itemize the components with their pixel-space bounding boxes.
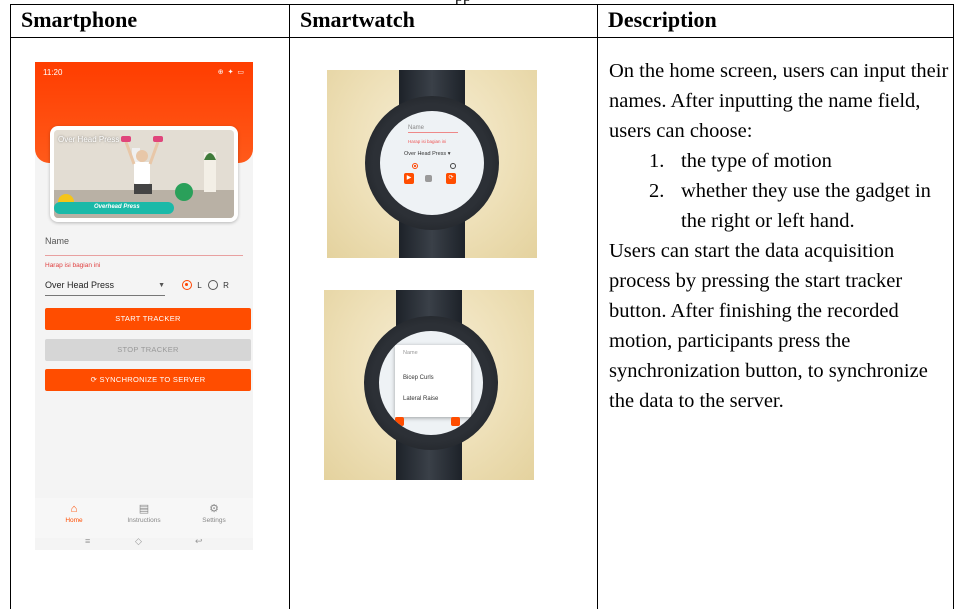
watch-bezel: Name Bicep Curls Lateral Raise [364,316,498,450]
list-text: the type of motion [681,150,832,172]
menu-item-bicep-curls[interactable]: Bicep Curls [403,375,434,381]
stop-tracker-button[interactable]: STOP TRACKER [45,339,251,361]
motion-card-title: Over Head Press [58,135,120,144]
smartwatch-photo-motion-menu: Name Bicep Curls Lateral Raise [324,290,534,480]
list-number: 1. [649,150,665,172]
hand-right-label: R [223,280,229,290]
motion-options-menu: Name Bicep Curls Lateral Raise [395,345,471,417]
sync-button-label: SYNCHRONIZE TO SERVER [99,375,206,384]
name-label: Name [45,236,70,246]
menu-item-lateral-raise[interactable]: Lateral Raise [403,396,438,402]
watch-radio-right[interactable] [450,163,456,169]
play-icon[interactable]: ▶ [404,173,414,184]
motion-select-value: Over Head Press [45,280,115,290]
header-smartwatch: Smartwatch [289,4,598,38]
bottom-navigation: ⌂ Home ▤ Instructions ⚙ Settings [35,498,253,538]
sync-icon[interactable]: ⟳ [446,173,456,184]
chevron-down-icon: ▼ [158,282,165,289]
nav-item-instructions[interactable]: ▤ Instructions [119,503,169,524]
watch-name-input[interactable]: Name [408,125,458,133]
sync-icon: ⟳ [90,375,100,384]
radio-right-hand[interactable] [207,280,218,290]
choice-list: 1. the type of motion 2. whether they us… [609,146,949,236]
system-nav-bar: ≡ ◇ ↩ [35,536,253,550]
gear-icon: ⚙ [209,503,219,515]
name-input[interactable]: Name [45,234,243,256]
sync-icon[interactable] [451,417,460,426]
nav-settings-label: Settings [202,517,226,524]
watch-hand-radios [410,163,458,171]
smartwatch-photo-home: Name Harap isi bagian ini Over Head Pres… [327,70,537,258]
exercise-photo: Over Head Press Overhead Press [54,130,234,218]
status-icons: ⊕ ✦ ▭ [217,69,245,76]
watch-screen: Name Bicep Curls Lateral Raise [379,331,483,435]
nav-home-label: Home [65,517,83,524]
list-number: 2. [649,180,665,202]
back-icon[interactable]: ↩ [195,536,203,547]
nav-item-settings[interactable]: ⚙ Settings [189,503,239,524]
nav-instructions-label: Instructions [127,517,161,524]
watch2-controls [393,417,469,427]
watch-radio-left[interactable] [412,163,418,169]
stop-icon[interactable] [425,175,432,182]
home-system-icon[interactable]: ◇ [135,536,142,547]
description-text: On the home screen, users can input thei… [609,56,949,416]
name-error-text: Harap isi bagian ini [45,262,101,269]
play-icon[interactable] [395,417,404,426]
list-item: 2. whether they use the gadget in the ri… [649,176,949,236]
motion-preview-card[interactable]: Over Head Press Overhead Press [50,126,238,222]
motion-type-dropdown[interactable]: Over Head Press ▼ [45,280,165,296]
watch-name-error: Harap isi bagian ini [408,139,447,144]
description-intro: On the home screen, users can input thei… [609,60,949,142]
status-bar: 11:20 ⊕ ✦ ▭ [43,68,245,80]
start-tracker-button[interactable]: START TRACKER [45,308,251,330]
synchronize-button[interactable]: ⟳ SYNCHRONIZE TO SERVER [45,369,251,391]
motion-strip: Overhead Press [54,202,174,214]
hand-left-label: L [197,280,202,290]
watch-motion-dropdown[interactable]: Over Head Press ▾ [404,151,450,157]
watch-screen: Name Harap isi bagian ini Over Head Pres… [380,111,484,215]
radio-left-hand[interactable] [182,280,192,290]
menu-icon[interactable]: ≡ [85,536,90,546]
watch-bezel: Name Harap isi bagian ini Over Head Pres… [365,96,499,230]
instructions-icon: ▤ [138,503,150,515]
hand-radio-group: L R [182,280,233,290]
watch-controls: ▶ ⟳ [402,173,462,185]
watch2-name-label: Name [403,350,418,356]
header-description: Description [597,4,954,38]
list-text: whether they use the gadget in the right… [681,180,931,232]
home-icon: ⌂ [70,503,78,515]
header-smartphone: Smartphone [10,4,290,38]
status-time: 11:20 [43,68,63,77]
smartphone-screenshot: 11:20 ⊕ ✦ ▭ Over Head Press Overhead Pre… [35,62,253,550]
description-outro: Users can start the data acquisition pro… [609,240,928,412]
motion-strip-label: Overhead Press [94,204,140,210]
list-item: 1. the type of motion [649,146,949,176]
nav-item-home[interactable]: ⌂ Home [49,503,99,524]
